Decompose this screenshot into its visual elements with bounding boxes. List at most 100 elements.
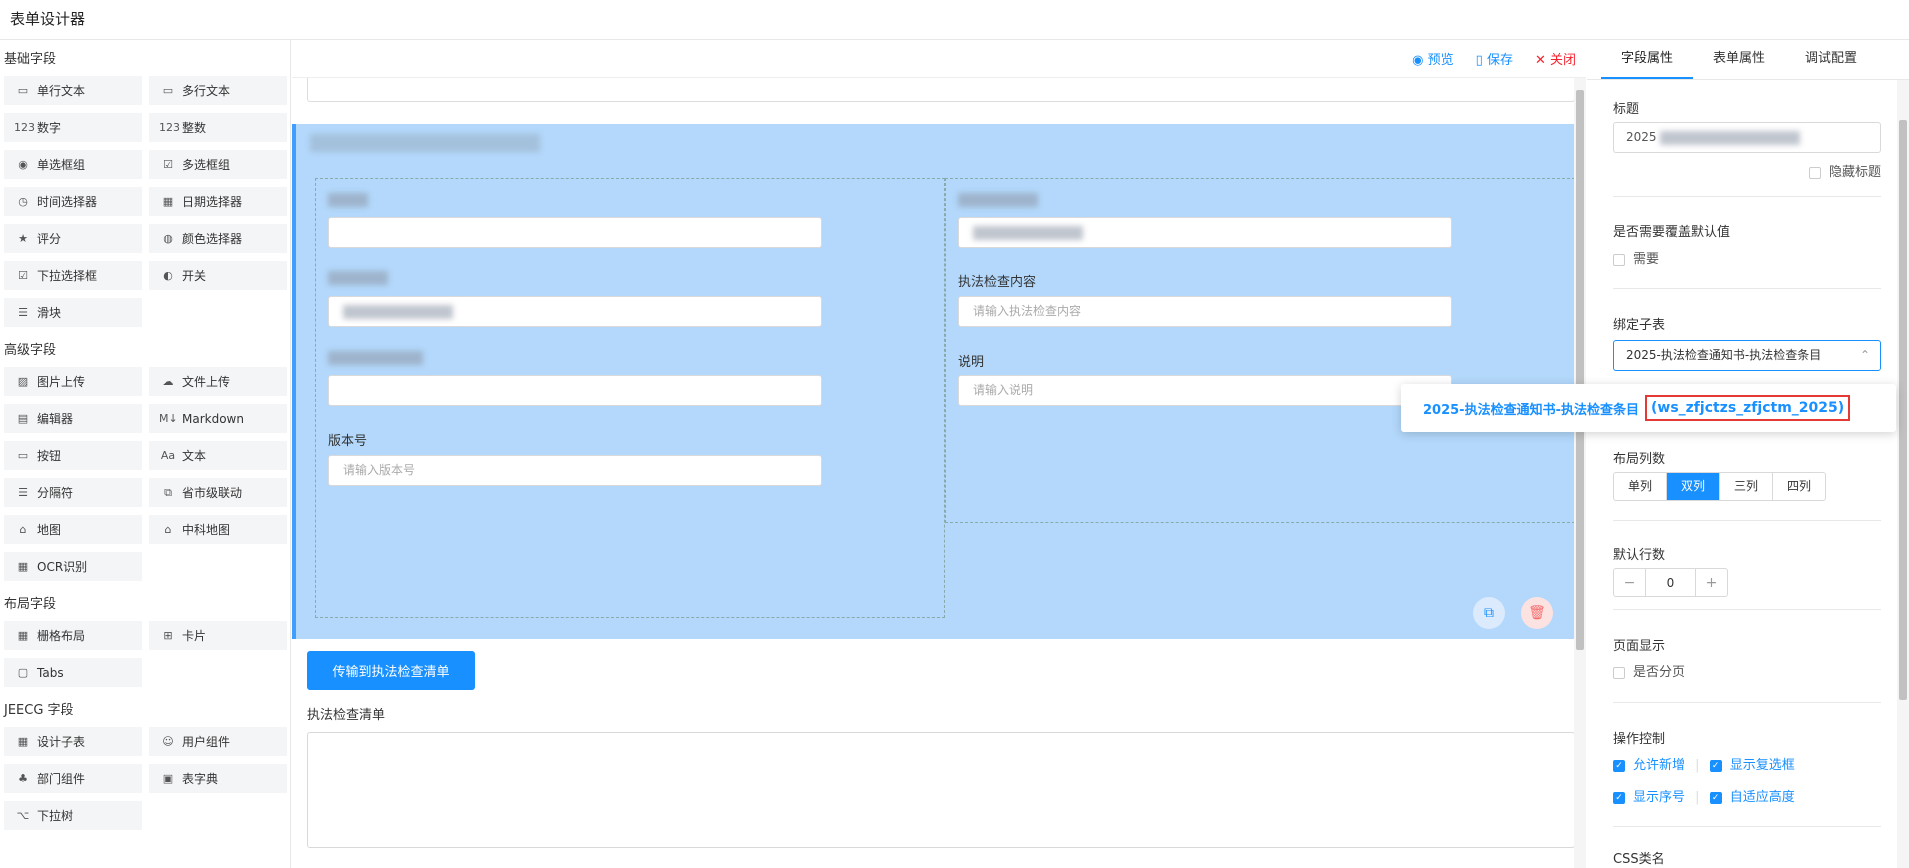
palette-item[interactable]: ◷ 时间选择器 [4,187,142,216]
inspect-content-input[interactable]: 请输入执法检查内容 [958,296,1452,327]
field-input-2[interactable] [328,296,822,327]
paging-checkbox[interactable]: 是否分页 [1613,661,1881,680]
field-label-redacted [328,351,423,365]
tab-debug[interactable]: 调试配置 [1785,40,1877,79]
title-input[interactable]: 2025 [1613,122,1881,153]
palette-item-label: 单选框组 [37,158,86,172]
palette-item[interactable]: ☰ 滑块 [4,298,142,327]
palette-item[interactable]: ⌂ 中科地图 [149,515,287,544]
panel-scroll-thumb[interactable] [1899,120,1907,700]
top-input[interactable] [307,78,1575,102]
override-label: 是否需要覆盖默认值 [1613,225,1731,240]
close-button[interactable]: ✕ 关闭 [1535,49,1576,68]
palette-item[interactable]: ◉ 单选框组 [4,150,142,179]
col-option-3[interactable]: 三列 [1720,473,1774,500]
palette-item[interactable]: M↓ Markdown [149,404,287,433]
rows-value[interactable]: 0 [1646,569,1695,596]
palette-item[interactable]: 123 整数 [149,113,287,142]
palette-item[interactable]: ▭ 单行文本 [4,76,142,105]
palette-item[interactable]: Aa 文本 [149,441,287,470]
field-type-icon: ♣ [18,772,28,785]
desc-input[interactable]: 请输入说明 [958,375,1452,406]
field-label-inspect-content: 执法检查内容 [958,275,1037,290]
field-type-icon: ⊞ [163,629,173,642]
palette-item[interactable]: ▦ OCR识别 [4,552,142,581]
palette-item-label: 编辑器 [37,412,74,426]
palette-item[interactable]: ▤ 编辑器 [4,404,142,433]
canvas-scrollbar[interactable] [1574,78,1586,868]
field-input-1[interactable] [328,217,822,248]
canvas-scroll-area: 版本号 请输入版本号 执法检查内容 请输入执法检查内容 说明 请输入说明 ⧉ 🗑… [292,78,1586,868]
tab-field-props[interactable]: 字段属性 [1601,40,1694,79]
panel-scrollbar[interactable] [1897,80,1909,868]
palette-item[interactable]: ▢ Tabs [4,658,142,687]
delete-icon[interactable]: 🗑 [1521,597,1553,629]
subtable-option-name: 2025-执法检查通知书-执法检查条目 [1423,402,1639,418]
app-title: 表单设计器 [0,0,1909,40]
scroll-thumb[interactable] [1576,90,1584,650]
field-label-version: 版本号 [328,434,368,449]
palette-item[interactable]: ☺ 用户组件 [149,727,287,756]
version-input[interactable]: 请输入版本号 [328,455,822,486]
field-type-icon: ⌥ [16,809,30,822]
field-type-icon: ⌂ [164,523,172,536]
palette-item[interactable]: ▣ 表字典 [149,764,287,793]
palette-item-label: 栅格布局 [37,629,86,643]
palette-item[interactable]: ◍ 颜色选择器 [149,224,287,253]
field-input-3[interactable] [328,375,822,406]
op-row-1: ✓ 允许新增 | ✓ 显示复选框 [1613,754,1881,773]
palette-item-label: 单行文本 [37,84,86,98]
field-type-icon: ▣ [162,772,174,785]
palette-item[interactable]: ☰ 分隔符 [4,478,142,507]
minus-icon[interactable]: − [1614,569,1646,596]
tab-form-props[interactable]: 表单属性 [1693,40,1785,79]
palette-item[interactable]: ⊞ 卡片 [149,621,287,650]
page-display-label: 页面显示 [1613,639,1666,654]
field-type-icon: ☺ [162,735,174,748]
field-type-icon: ◍ [163,232,173,245]
preview-button[interactable]: ◉ 预览 [1412,49,1454,68]
field-label-redacted [328,271,388,285]
palette-item-label: 整数 [182,121,207,135]
palette-item[interactable]: ★ 评分 [4,224,142,253]
palette-item[interactable]: ⧉ 省市级联动 [149,478,287,507]
override-checkbox[interactable]: 需要 [1613,248,1881,267]
list-textarea[interactable] [307,732,1575,848]
canvas-toolbar: ◉ 预览 ▯ 保存 ✕ 关闭 [292,40,1586,78]
palette-item[interactable]: ◐ 开关 [149,261,287,290]
bind-subtable-select[interactable]: 2025-执法检查通知书-执法检查条目 ⌃ [1613,340,1881,371]
plus-icon[interactable]: + [1695,569,1727,596]
palette-item[interactable]: ▭ 按钮 [4,441,142,470]
col-option-2[interactable]: 双列 [1667,473,1721,500]
palette-item-label: 数字 [37,121,62,135]
field-type-icon: ◐ [163,269,173,282]
field-type-icon: ▨ [17,375,29,388]
palette-item[interactable]: ⌂ 地图 [4,515,142,544]
selected-grid-block[interactable]: 版本号 请输入版本号 执法检查内容 请输入执法检查内容 说明 请输入说明 ⧉ 🗑 [292,124,1586,639]
palette-item[interactable]: ▭ 多行文本 [149,76,287,105]
palette-item[interactable]: ⌥ 下拉树 [4,801,142,830]
palette-item[interactable]: ☁ 文件上传 [149,367,287,396]
palette-item[interactable]: 123 数字 [4,113,142,142]
group-title-advanced: 高级字段 [4,343,57,358]
transfer-button[interactable]: 传输到执法检查清单 [307,651,475,690]
palette-item[interactable]: ♣ 部门组件 [4,764,142,793]
palette-item[interactable]: ▨ 图片上传 [4,367,142,396]
col-option-1[interactable]: 单列 [1614,473,1668,500]
design-canvas: ◉ 预览 ▯ 保存 ✕ 关闭 版本号 请输入版本号 执法检查内容 请输入执法检查… [292,40,1586,868]
palette-item[interactable]: ☑ 多选框组 [149,150,287,179]
auto-height-checkbox[interactable]: ✓ 自适应高度 [1709,790,1795,805]
palette-item[interactable]: ☑ 下拉选择框 [4,261,142,290]
subtable-dropdown-option[interactable]: 2025-执法检查通知书-执法检查条目 (ws_zfjctzs_zfjctm_2… [1401,384,1896,432]
palette-item[interactable]: ▦ 设计子表 [4,727,142,756]
hide-title-checkbox[interactable]: 隐藏标题 [1613,161,1881,180]
palette-item[interactable]: ▦ 栅格布局 [4,621,142,650]
copy-icon[interactable]: ⧉ [1473,597,1505,629]
allow-add-checkbox[interactable]: ✓ 允许新增 [1613,758,1685,773]
show-checkbox-checkbox[interactable]: ✓ 显示复选框 [1709,758,1795,773]
col-option-4[interactable]: 四列 [1773,473,1825,500]
save-button[interactable]: ▯ 保存 [1476,49,1513,68]
field-input-4[interactable] [958,217,1452,248]
show-index-checkbox[interactable]: ✓ 显示序号 [1613,790,1685,805]
palette-item[interactable]: ▦ 日期选择器 [149,187,287,216]
